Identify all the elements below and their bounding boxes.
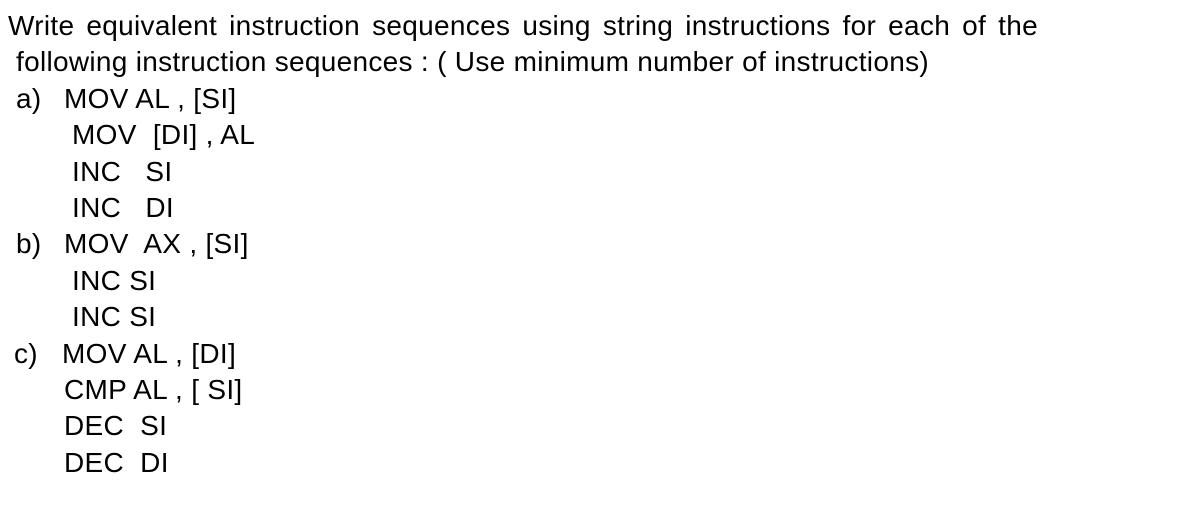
part-c-label: c) xyxy=(14,336,62,372)
question-line-1: Write equivalent instruction sequences u… xyxy=(8,8,1200,44)
question-line-2: following instruction sequences : ( Use … xyxy=(8,44,1200,80)
part-a: a) MOV AL , [SI] MOV [DI] , AL INC SI IN… xyxy=(8,81,1200,227)
part-b-code: MOV AX , [SI] xyxy=(64,226,249,262)
code-line: INC DI xyxy=(72,190,1200,226)
question-prompt: Write equivalent instruction sequences u… xyxy=(8,8,1200,81)
code-line: MOV [DI] , AL xyxy=(72,117,1200,153)
code-line: INC SI xyxy=(72,154,1200,190)
code-line: MOV AX , [SI] xyxy=(64,226,249,262)
part-b-label: b) xyxy=(16,226,64,262)
code-line: INC SI xyxy=(72,263,1200,299)
code-line: CMP AL , [ SI] xyxy=(64,372,1200,408)
code-line: MOV AL , [SI] xyxy=(64,81,236,117)
part-a-code: MOV AL , [SI] xyxy=(64,81,236,117)
part-c: c) MOV AL , [DI] CMP AL , [ SI] DEC SI D… xyxy=(8,336,1200,482)
part-c-code: MOV AL , [DI] xyxy=(62,336,236,372)
code-line: DEC DI xyxy=(64,445,1200,481)
part-a-label: a) xyxy=(16,81,64,117)
code-line: INC SI xyxy=(72,299,1200,335)
code-line: DEC SI xyxy=(64,408,1200,444)
code-line: MOV AL , [DI] xyxy=(62,336,236,372)
part-b: b) MOV AX , [SI] INC SI INC SI xyxy=(8,226,1200,335)
